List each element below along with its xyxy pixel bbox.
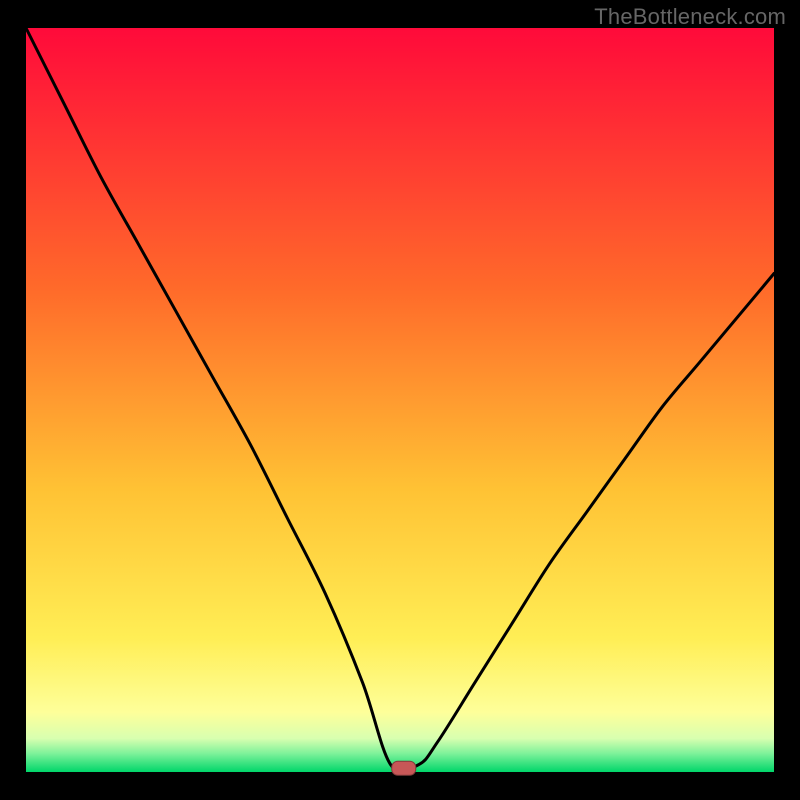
watermark-label: TheBottleneck.com xyxy=(594,4,786,30)
chart-container: { "watermark": "TheBottleneck.com", "col… xyxy=(0,0,800,800)
plot-area xyxy=(26,28,774,772)
optimum-marker xyxy=(392,761,416,775)
bottleneck-chart xyxy=(0,0,800,800)
